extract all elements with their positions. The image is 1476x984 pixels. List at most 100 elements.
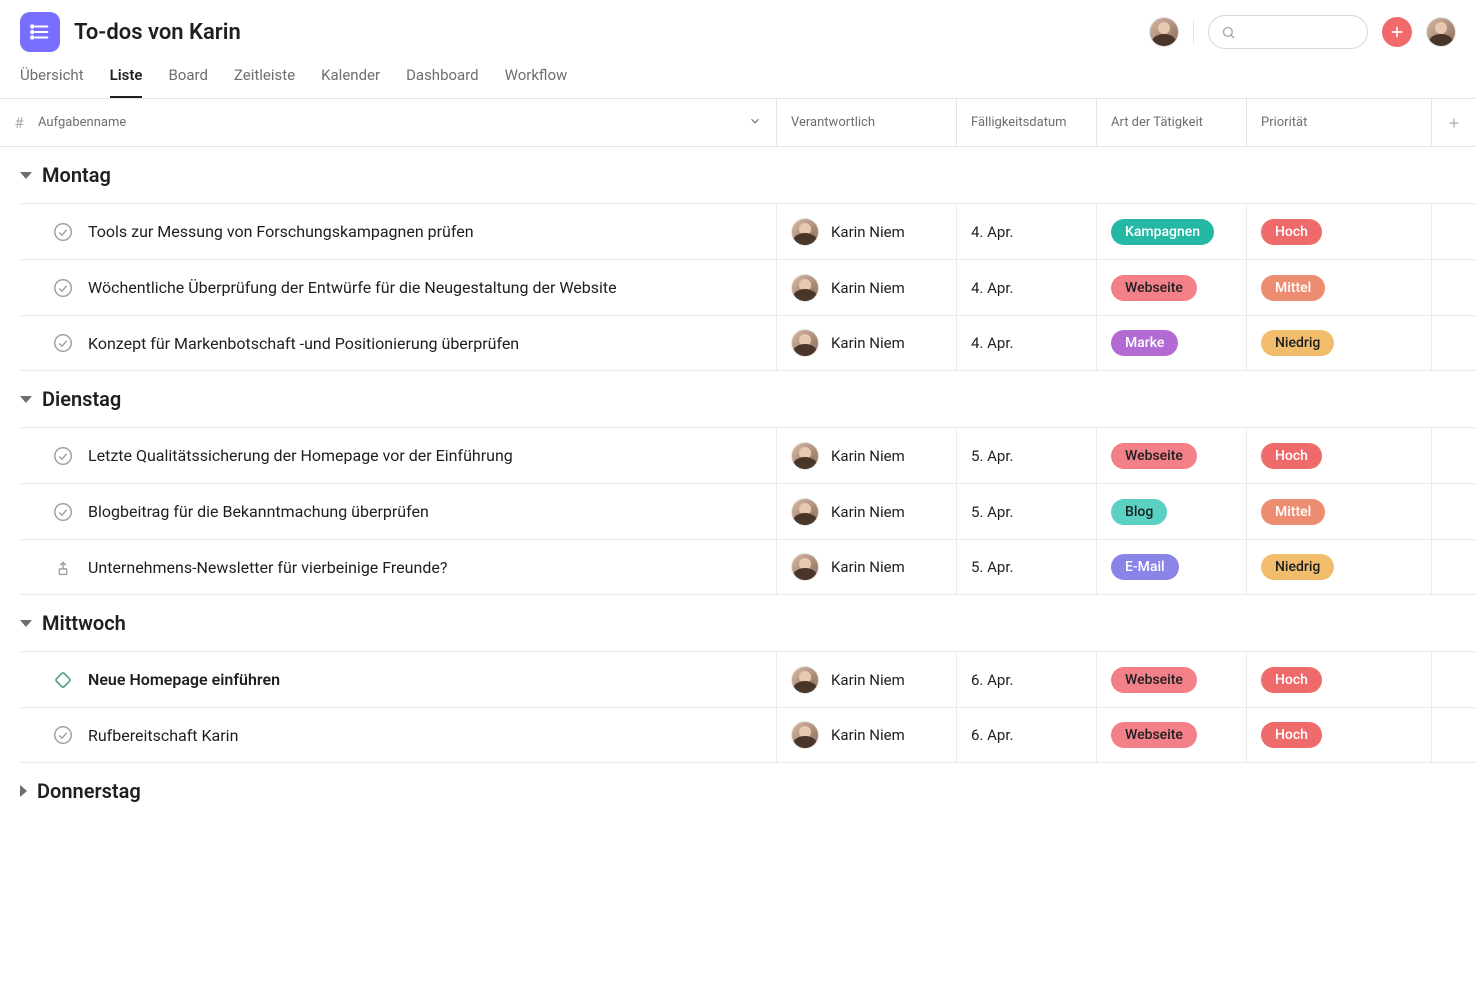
section-header[interactable]: Donnerstag [20, 763, 1476, 819]
task-type[interactable]: Webseite [1097, 652, 1247, 707]
search-icon [1221, 25, 1236, 40]
task-row[interactable]: Letzte Qualitätssicherung der Homepage v… [20, 427, 1476, 483]
task-name[interactable]: Wöchentliche Überprüfung der Entwürfe fü… [88, 260, 777, 315]
section: DienstagLetzte Qualitätssicherung der Ho… [0, 371, 1476, 595]
milestone-icon[interactable] [50, 667, 76, 693]
section-header[interactable]: Montag [20, 147, 1476, 203]
task-row[interactable]: Blogbeitrag für die Bekanntmachung überp… [20, 483, 1476, 539]
task-type[interactable]: Webseite [1097, 708, 1247, 762]
assignee-name: Karin Niem [831, 279, 905, 297]
chevron-down-icon[interactable] [748, 114, 762, 132]
task-name[interactable]: Konzept für Markenbotschaft -und Positio… [88, 316, 777, 370]
task-priority[interactable]: Hoch [1247, 652, 1432, 707]
task-type[interactable]: Marke [1097, 316, 1247, 370]
task-type[interactable]: E-Mail [1097, 540, 1247, 594]
section-header[interactable]: Dienstag [20, 371, 1476, 427]
task-due[interactable]: 5. Apr. [957, 484, 1097, 539]
type-pill: Blog [1111, 499, 1167, 525]
column-name[interactable]: Aufgabenname [38, 99, 777, 146]
type-pill: Webseite [1111, 722, 1197, 748]
task-name[interactable]: Rufbereitschaft Karin [88, 708, 777, 762]
task-row[interactable]: Rufbereitschaft KarinKarin Niem6. Apr. We… [20, 707, 1476, 763]
task-row[interactable]: Unternehmens-Newsletter für vierbeinige … [20, 539, 1476, 595]
user-avatar[interactable] [1426, 17, 1456, 47]
task-assignee[interactable]: Karin Niem [777, 708, 957, 762]
complete-check-icon[interactable] [50, 330, 76, 356]
task-name[interactable]: Neue Homepage einführen [88, 652, 777, 707]
type-pill: Webseite [1111, 667, 1197, 693]
task-priority[interactable]: Hoch [1247, 204, 1432, 259]
complete-check-icon[interactable] [50, 499, 76, 525]
tab-board[interactable]: Board [168, 66, 207, 98]
member-avatar[interactable] [1149, 17, 1179, 47]
project-title[interactable]: To-dos von Karin [74, 20, 241, 45]
task-type[interactable]: Webseite [1097, 260, 1247, 315]
tab-workflow[interactable]: Workflow [505, 66, 568, 98]
task-due[interactable]: 4. Apr. [957, 316, 1097, 370]
tab-übersicht[interactable]: Übersicht [20, 66, 84, 98]
task-row[interactable]: Konzept für Markenbotschaft -und Positio… [20, 315, 1476, 371]
tab-dashboard[interactable]: Dashboard [406, 66, 479, 98]
add-button[interactable] [1382, 17, 1412, 47]
header-right [1149, 15, 1456, 49]
tab-zeitleiste[interactable]: Zeitleiste [234, 66, 295, 98]
task-due[interactable]: 6. Apr. [957, 652, 1097, 707]
task-name[interactable]: Unternehmens-Newsletter für vierbeinige … [88, 540, 777, 594]
header-left: To-dos von Karin [20, 12, 241, 52]
task-due[interactable]: 4. Apr. [957, 260, 1097, 315]
task-name[interactable]: Tools zur Messung von Forschungskampagne… [88, 204, 777, 259]
priority-pill: Niedrig [1261, 554, 1334, 580]
column-type[interactable]: Art der Tätigkeit [1097, 99, 1247, 146]
task-priority[interactable]: Niedrig [1247, 316, 1432, 370]
column-assignee[interactable]: Verantwortlich [777, 99, 957, 146]
task-assignee[interactable]: Karin Niem [777, 428, 957, 483]
approval-icon[interactable] [50, 554, 76, 580]
search-input[interactable] [1208, 15, 1368, 49]
task-assignee[interactable]: Karin Niem [777, 316, 957, 370]
task-priority[interactable]: Hoch [1247, 708, 1432, 762]
task-assignee[interactable]: Karin Niem [777, 540, 957, 594]
task-due[interactable]: 6. Apr. [957, 708, 1097, 762]
task-type[interactable]: Blog [1097, 484, 1247, 539]
column-priority[interactable]: Priorität [1247, 99, 1432, 146]
caret-down-icon [20, 620, 32, 627]
tab-liste[interactable]: Liste [110, 66, 143, 98]
task-due[interactable]: 4. Apr. [957, 204, 1097, 259]
section: MontagTools zur Messung von Forschungska… [0, 147, 1476, 371]
task-due[interactable]: 5. Apr. [957, 540, 1097, 594]
task-row[interactable]: Neue Homepage einführenKarin Niem6. Apr.… [20, 651, 1476, 707]
complete-check-icon[interactable] [50, 219, 76, 245]
assignee-name: Karin Niem [831, 503, 905, 521]
complete-check-icon[interactable] [50, 443, 76, 469]
tab-kalender[interactable]: Kalender [321, 66, 380, 98]
project-icon[interactable] [20, 12, 60, 52]
type-pill: Marke [1111, 330, 1178, 356]
task-assignee[interactable]: Karin Niem [777, 260, 957, 315]
task-priority[interactable]: Niedrig [1247, 540, 1432, 594]
section-name: Mittwoch [42, 611, 126, 635]
task-type[interactable]: Webseite [1097, 428, 1247, 483]
type-pill: Webseite [1111, 275, 1197, 301]
caret-right-icon [20, 785, 27, 797]
task-assignee[interactable]: Karin Niem [777, 484, 957, 539]
task-row[interactable]: Wöchentliche Überprüfung der Entwürfe fü… [20, 259, 1476, 315]
priority-pill: Hoch [1261, 722, 1322, 748]
task-priority[interactable]: Mittel [1247, 260, 1432, 315]
task-priority[interactable]: Hoch [1247, 428, 1432, 483]
task-type[interactable]: Kampagnen [1097, 204, 1247, 259]
add-column-button[interactable] [1432, 116, 1476, 130]
task-row[interactable]: Tools zur Messung von Forschungskampagne… [20, 203, 1476, 259]
task-name[interactable]: Blogbeitrag für die Bekanntmachung überp… [88, 484, 777, 539]
complete-check-icon[interactable] [50, 275, 76, 301]
task-priority[interactable]: Mittel [1247, 484, 1432, 539]
priority-pill: Mittel [1261, 499, 1325, 525]
task-assignee[interactable]: Karin Niem [777, 204, 957, 259]
complete-check-icon[interactable] [50, 722, 76, 748]
assignee-avatar [791, 721, 819, 749]
column-header-row: # Aufgabenname Verantwortlich Fälligkeit… [0, 99, 1476, 147]
task-assignee[interactable]: Karin Niem [777, 652, 957, 707]
task-name[interactable]: Letzte Qualitätssicherung der Homepage v… [88, 428, 777, 483]
section-header[interactable]: Mittwoch [20, 595, 1476, 651]
task-due[interactable]: 5. Apr. [957, 428, 1097, 483]
column-due[interactable]: Fälligkeitsdatum [957, 99, 1097, 146]
